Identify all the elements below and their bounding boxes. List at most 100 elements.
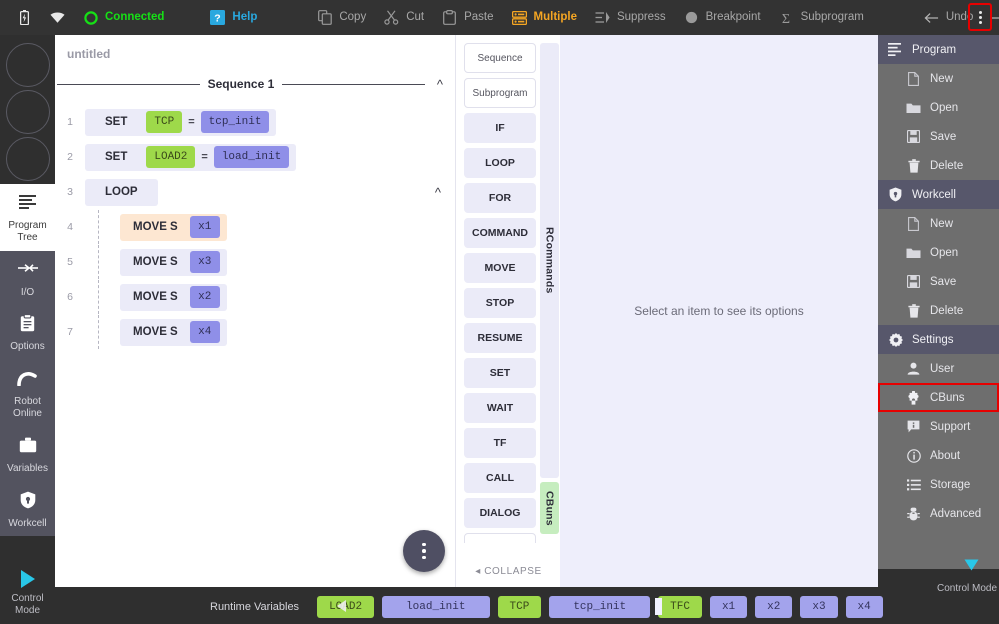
sidebar-item-workcell[interactable]: Workcell bbox=[0, 481, 55, 537]
chevron-up-icon[interactable]: ^ bbox=[433, 78, 447, 91]
value-chip[interactable]: load_init bbox=[213, 146, 290, 168]
overflow-menu-button[interactable] bbox=[968, 3, 992, 31]
sidebar-item-program-tree[interactable]: Program Tree bbox=[0, 184, 55, 251]
menu-item-workcell-new[interactable]: New bbox=[878, 209, 999, 238]
value-chip[interactable]: x4 bbox=[189, 321, 220, 343]
runtime-var-x4[interactable]: x4 bbox=[845, 595, 883, 618]
menu-section-program[interactable]: Program bbox=[878, 35, 999, 64]
add-action-button[interactable] bbox=[403, 530, 445, 572]
command-for[interactable]: FOR bbox=[464, 183, 536, 213]
command-stop[interactable]: STOP bbox=[464, 288, 536, 318]
statement-block[interactable]: MOVE S x3 bbox=[120, 248, 227, 276]
chevron-up-icon[interactable]: ^ bbox=[435, 185, 441, 200]
multiple-button[interactable]: Multiple bbox=[503, 0, 586, 35]
menu-section-settings[interactable]: Settings bbox=[878, 325, 999, 354]
command-tf[interactable]: TF bbox=[464, 428, 536, 458]
statement-block[interactable]: MOVE S x4 bbox=[120, 318, 227, 346]
runtime-var-x2[interactable]: x2 bbox=[755, 595, 793, 618]
statement-block[interactable]: MOVE S x1 bbox=[120, 213, 227, 241]
sidebar-item-variables[interactable]: Variables bbox=[0, 426, 55, 482]
runtime-var-tcp-init[interactable]: tcp_init bbox=[549, 595, 651, 618]
value-chip[interactable]: x2 bbox=[189, 286, 220, 308]
command-sequence[interactable]: Sequence bbox=[464, 43, 536, 73]
robot-arm-icon bbox=[2, 369, 53, 393]
menu-item-cbuns[interactable]: CBuns bbox=[878, 383, 999, 412]
runtime-var-load-init[interactable]: load_init bbox=[382, 595, 490, 618]
menu-item-program-new[interactable]: New bbox=[878, 64, 999, 93]
menu-item-support[interactable]: Support bbox=[878, 412, 999, 441]
sidebar-item-robot-online[interactable]: Robot Online bbox=[0, 360, 55, 427]
menu-item-about[interactable]: About bbox=[878, 441, 999, 470]
variable-chip[interactable]: TCP bbox=[146, 111, 183, 133]
command-extra[interactable] bbox=[464, 533, 536, 543]
sidebar-item-label: I/O bbox=[20, 286, 35, 298]
command-move[interactable]: MOVE bbox=[464, 253, 536, 283]
sequence-header[interactable]: Sequence 1 ^ bbox=[55, 71, 455, 97]
copy-button[interactable]: Copy bbox=[308, 0, 375, 35]
battery-icon bbox=[17, 10, 32, 25]
menu-item-program-open[interactable]: Open bbox=[878, 93, 999, 122]
sidebar-item-io[interactable]: I/O bbox=[0, 250, 55, 306]
statement-block[interactable]: SET LOAD2 = load_init bbox=[85, 143, 297, 171]
paste-button[interactable]: Paste bbox=[433, 0, 502, 35]
statement-block[interactable]: MOVE S x2 bbox=[120, 283, 227, 311]
trash-icon bbox=[906, 158, 921, 173]
runtime-var-x3[interactable]: x3 bbox=[800, 595, 838, 618]
command-subprogram[interactable]: Subprogram bbox=[464, 78, 536, 108]
table-row[interactable]: 6 MOVE S x2 bbox=[55, 280, 455, 314]
sidebar-item-options[interactable]: Options bbox=[0, 305, 55, 361]
io-arrows-icon bbox=[2, 260, 53, 284]
menu-section-workcell[interactable]: Workcell bbox=[878, 180, 999, 209]
menu-item-workcell-open[interactable]: Open bbox=[878, 238, 999, 267]
sidebar-control-mode[interactable]: Control Mode bbox=[0, 562, 55, 624]
program-tree-panel: untitled Sequence 1 ^ 1 SET TCP = tcp_in… bbox=[55, 35, 455, 587]
value-chip[interactable]: tcp_init bbox=[200, 111, 270, 133]
collapse-button[interactable]: ◂ COLLAPSE bbox=[456, 566, 561, 577]
value-chip[interactable]: x3 bbox=[189, 251, 220, 273]
cut-button[interactable]: Cut bbox=[375, 0, 433, 35]
operator: = bbox=[201, 151, 208, 163]
runtime-var-tcp[interactable]: TCP bbox=[497, 595, 542, 618]
menu-item-workcell-save[interactable]: Save bbox=[878, 267, 999, 296]
table-row[interactable]: 4 MOVE S x1 bbox=[55, 210, 455, 244]
tab-cbuns[interactable]: CBuns bbox=[540, 482, 559, 534]
command-wait[interactable]: WAIT bbox=[464, 393, 536, 423]
value-chip[interactable]: x1 bbox=[189, 216, 220, 238]
sidebar-item-label: Robot Online bbox=[13, 396, 42, 419]
breakpoint-button[interactable]: Breakpoint bbox=[675, 0, 770, 35]
suppress-button[interactable]: Suppress bbox=[586, 0, 675, 35]
menu-item-storage[interactable]: Storage bbox=[878, 470, 999, 499]
runtime-var-tfc[interactable]: TFC bbox=[658, 595, 702, 618]
command-call[interactable]: CALL bbox=[464, 463, 536, 493]
command-set[interactable]: SET bbox=[464, 358, 536, 388]
table-row[interactable]: 5 MOVE S x3 bbox=[55, 245, 455, 279]
control-mode-indicator[interactable]: Control Mode bbox=[935, 559, 999, 624]
table-row[interactable]: 7 MOVE S x4 bbox=[55, 315, 455, 349]
briefcase-icon bbox=[2, 436, 53, 460]
command-if[interactable]: IF bbox=[464, 113, 536, 143]
play-triangle-icon bbox=[20, 570, 35, 589]
runtime-var-x1[interactable]: x1 bbox=[709, 595, 748, 618]
menu-item-program-delete[interactable]: Delete bbox=[878, 151, 999, 180]
subprogram-button[interactable]: Σ Subprogram bbox=[770, 0, 873, 35]
floppy-icon bbox=[906, 130, 921, 143]
command-loop[interactable]: LOOP bbox=[464, 148, 536, 178]
command-command[interactable]: COMMAND bbox=[464, 218, 536, 248]
table-row[interactable]: 1 SET TCP = tcp_init bbox=[55, 105, 455, 139]
menu-item-program-save[interactable]: Save bbox=[878, 122, 999, 151]
command-dialog[interactable]: DIALOG bbox=[464, 498, 536, 528]
tab-rcommands[interactable]: RCommands bbox=[540, 43, 559, 478]
statement-block[interactable]: SET TCP = tcp_init bbox=[85, 108, 277, 136]
menu-item-user[interactable]: User bbox=[878, 354, 999, 383]
top-toolbar: Connected ? Help Copy Cut Paste Multiple… bbox=[0, 0, 999, 35]
menu-item-workcell-delete[interactable]: Delete bbox=[878, 296, 999, 325]
help-button[interactable]: ? Help bbox=[201, 0, 266, 35]
table-row[interactable]: 2 SET LOAD2 = load_init bbox=[55, 140, 455, 174]
statement-block[interactable]: LOOP bbox=[85, 178, 158, 206]
command-resume[interactable]: RESUME bbox=[464, 323, 536, 353]
statement-keyword: SET bbox=[105, 151, 128, 163]
variable-chip[interactable]: LOAD2 bbox=[146, 146, 196, 168]
table-row[interactable]: 3 LOOP ^ bbox=[55, 175, 455, 209]
menu-item-advanced[interactable]: Advanced bbox=[878, 499, 999, 528]
menu-item-label: New bbox=[930, 72, 954, 85]
